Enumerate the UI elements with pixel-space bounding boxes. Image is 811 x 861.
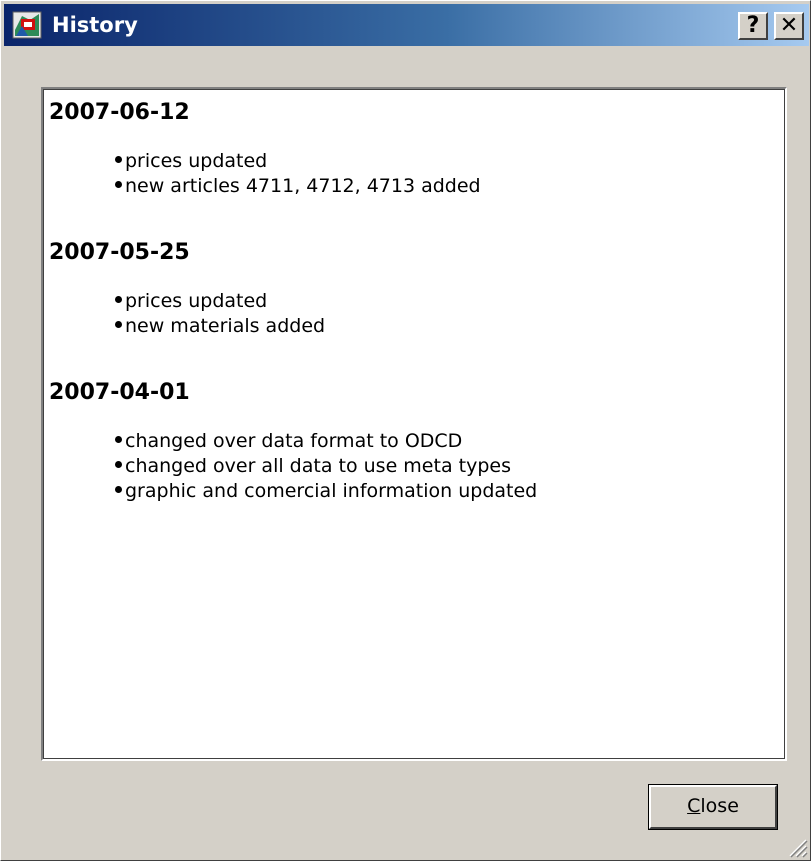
window-title: History — [52, 13, 138, 37]
history-content[interactable]: 2007-06-12 prices updated new articles 471… — [41, 87, 787, 761]
history-entry-date: 2007-06-12 — [49, 100, 190, 125]
history-item: prices updated — [115, 289, 325, 314]
history-item-text: new materials added — [125, 315, 326, 337]
history-item-text: changed over data format to ODCD — [125, 430, 463, 452]
help-button[interactable]: ? — [738, 12, 768, 40]
history-item: changed over data format to ODCD — [115, 429, 537, 454]
history-entry-items: changed over data format to ODCD changed … — [43, 429, 537, 504]
history-item-text: changed over all data to use meta types — [125, 455, 511, 477]
history-dialog: History ? ✕ 2007-06-12 prices updated new … — [0, 0, 811, 861]
history-item: new articles 4711, 4712, 4713 added — [115, 174, 481, 199]
history-item-text: graphic and comercial information update… — [125, 480, 538, 502]
history-entry: 2007-04-01 changed over data format to OD… — [43, 379, 537, 504]
history-item: new materials added — [115, 314, 325, 339]
history-item: changed over all data to use meta types — [115, 454, 537, 479]
app-icon — [12, 11, 42, 39]
close-button[interactable]: Close — [648, 784, 778, 830]
resize-grip-icon[interactable] — [786, 836, 808, 858]
bullet-icon — [115, 461, 122, 468]
bullet-icon — [115, 181, 122, 188]
close-mnemonic: C — [687, 795, 701, 817]
history-item-text: prices updated — [125, 150, 268, 172]
history-entry-date: 2007-05-25 — [49, 240, 190, 265]
history-entry-items: prices updated new articles 4711, 4712, 4… — [43, 149, 481, 199]
bullet-icon — [115, 156, 122, 163]
bullet-icon — [115, 321, 122, 328]
bullet-icon — [115, 436, 122, 443]
title-bar[interactable]: History ? ✕ — [4, 4, 809, 46]
window-close-button[interactable]: ✕ — [774, 12, 804, 40]
bullet-icon — [115, 296, 122, 303]
bullet-icon — [115, 486, 122, 493]
history-item-text: prices updated — [125, 290, 268, 312]
help-icon: ? — [746, 13, 760, 38]
history-item: prices updated — [115, 149, 481, 174]
history-item: graphic and comercial information update… — [115, 479, 537, 504]
history-entry: 2007-06-12 prices updated new articles 471… — [43, 99, 481, 199]
history-entry-date: 2007-04-01 — [49, 380, 190, 405]
history-entry-items: prices updated new materials added — [43, 289, 325, 339]
close-icon: ✕ — [779, 13, 799, 38]
close-label-rest: lose — [700, 795, 739, 817]
history-item-text: new articles 4711, 4712, 4713 added — [125, 175, 481, 197]
history-entry: 2007-05-25 prices updated new materials ad… — [43, 239, 325, 339]
